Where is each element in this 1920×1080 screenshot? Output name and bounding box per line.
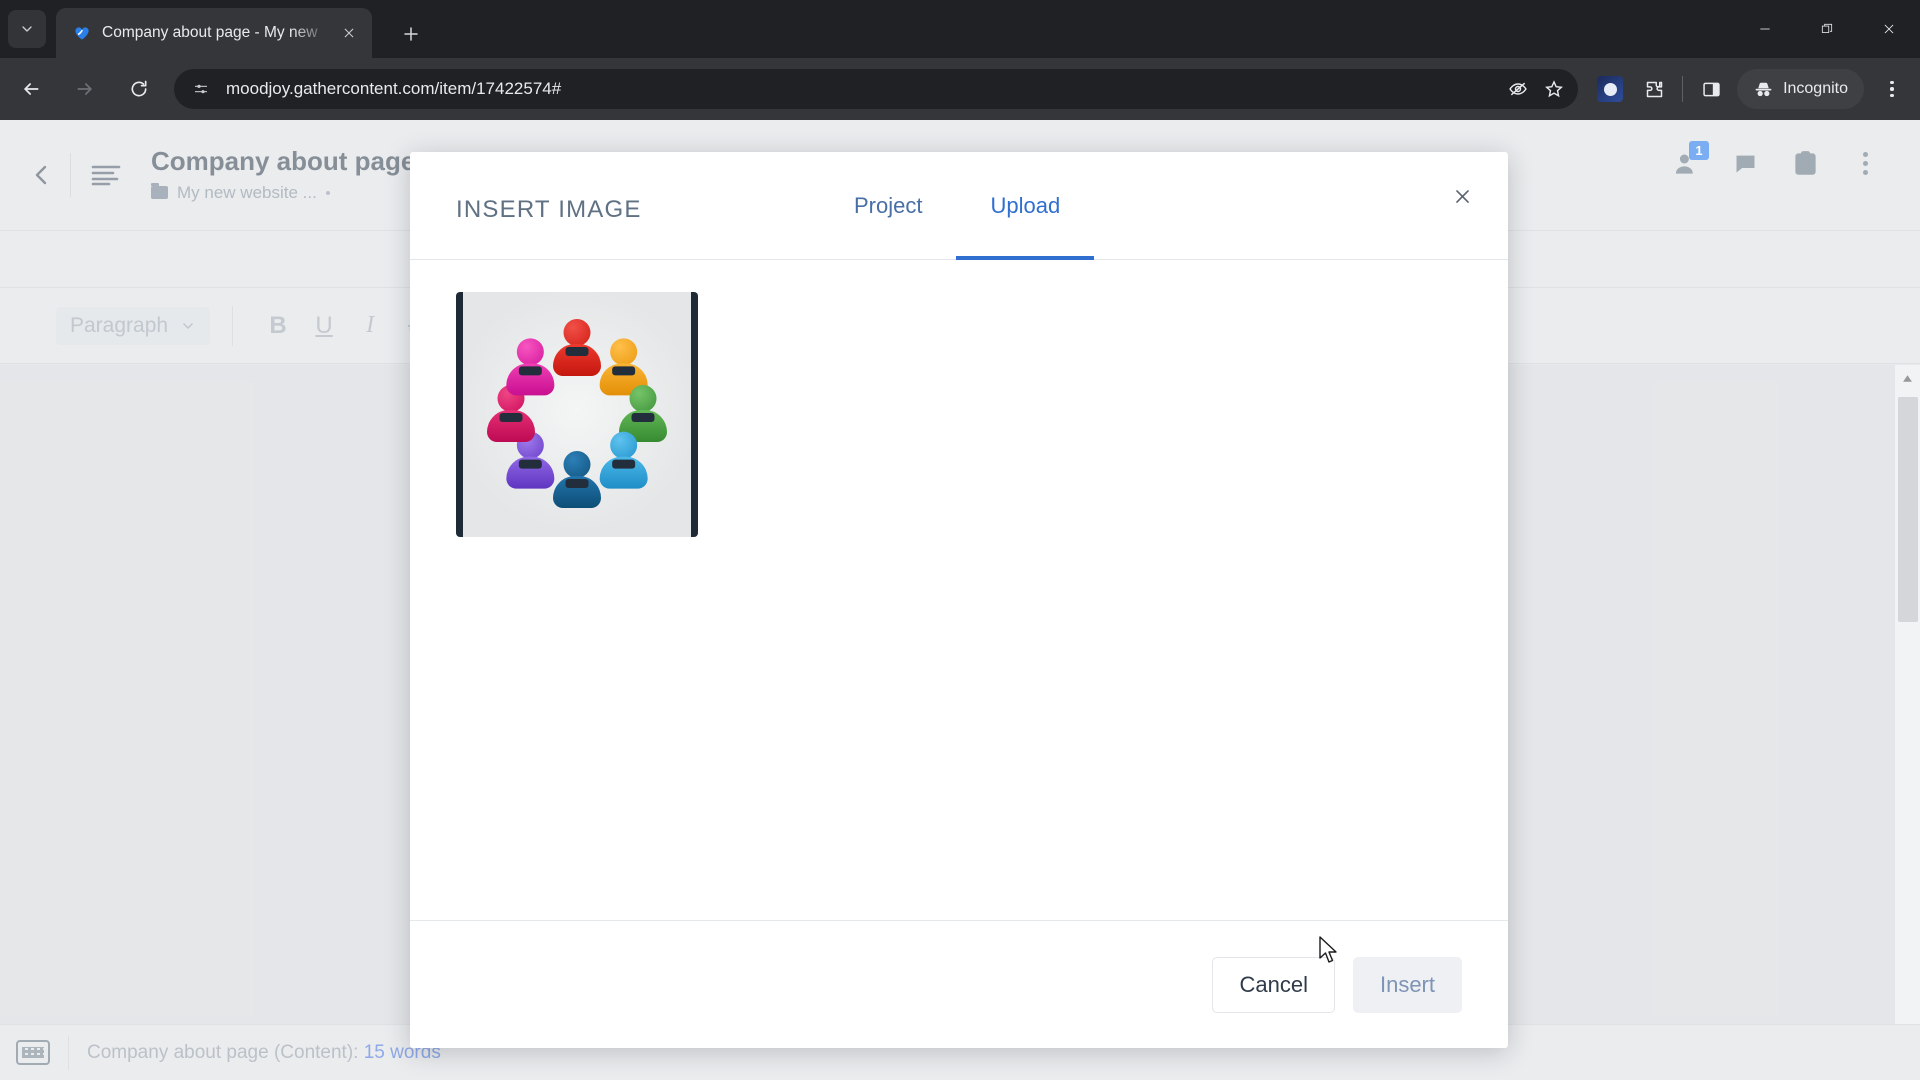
browser-tab[interactable]: Company about page - My new [56, 8, 372, 58]
modal-title: INSERT IMAGE [456, 196, 642, 223]
new-tab-button[interactable] [395, 18, 427, 50]
toolbar-divider [1682, 76, 1684, 102]
bookmark-star-icon[interactable] [1536, 71, 1572, 107]
url-text: moodjoy.gathercontent.com/item/17422574# [226, 79, 562, 98]
restore-icon[interactable] [1796, 0, 1858, 58]
forward-arrow-icon [62, 66, 108, 112]
tab-project[interactable]: Project [820, 152, 956, 260]
figure-dark-blue [551, 450, 603, 511]
tab-close-icon[interactable] [336, 20, 362, 46]
gathercontent-heart-icon [72, 23, 92, 43]
tab-title: Company about page - My new [102, 24, 318, 41]
tab-upload[interactable]: Upload [956, 152, 1094, 260]
teamwork-circle-image[interactable] [456, 292, 698, 537]
cancel-button[interactable]: Cancel [1212, 956, 1335, 1013]
figure-red [551, 318, 603, 379]
modal-body [410, 260, 1508, 920]
hide-password-icon[interactable] [1500, 71, 1536, 107]
window-close-icon[interactable] [1858, 0, 1920, 58]
address-bar[interactable]: moodjoy.gathercontent.com/item/17422574# [174, 69, 1579, 109]
browser-tabstrip: Company about page - My new [0, 0, 1920, 58]
close-icon[interactable] [1440, 174, 1484, 218]
extensions-puzzle-icon[interactable] [1632, 67, 1676, 111]
insert-image-modal: INSERT IMAGE Project Upload Cancel Inser… [410, 152, 1508, 1048]
tab-search-icon[interactable] [8, 10, 46, 48]
insert-button[interactable]: Insert [1352, 956, 1462, 1013]
figure-magenta [504, 337, 556, 398]
figure-light-blue [598, 431, 650, 491]
side-panel-icon[interactable] [1689, 67, 1733, 111]
extension-icons [1588, 67, 1733, 111]
modal-header: INSERT IMAGE Project Upload [410, 152, 1508, 260]
incognito-icon [1755, 82, 1772, 96]
incognito-profile-button[interactable]: Incognito [1737, 69, 1864, 109]
modal-tabs: Project Upload [820, 152, 1094, 260]
reload-icon[interactable] [116, 66, 162, 112]
browser-toolbar: moodjoy.gathercontent.com/item/17422574# [0, 58, 1920, 120]
minimize-icon[interactable] [1734, 0, 1796, 58]
chrome-menu-icon[interactable] [1870, 67, 1914, 111]
incognito-label: Incognito [1783, 80, 1848, 97]
site-settings-icon[interactable] [188, 76, 214, 102]
extension-avatar-icon[interactable] [1588, 67, 1632, 111]
teamwork-figures [482, 318, 672, 511]
modal-footer: Cancel Insert [410, 920, 1508, 1048]
window-controls [1734, 0, 1920, 58]
back-arrow-icon[interactable] [8, 66, 54, 112]
